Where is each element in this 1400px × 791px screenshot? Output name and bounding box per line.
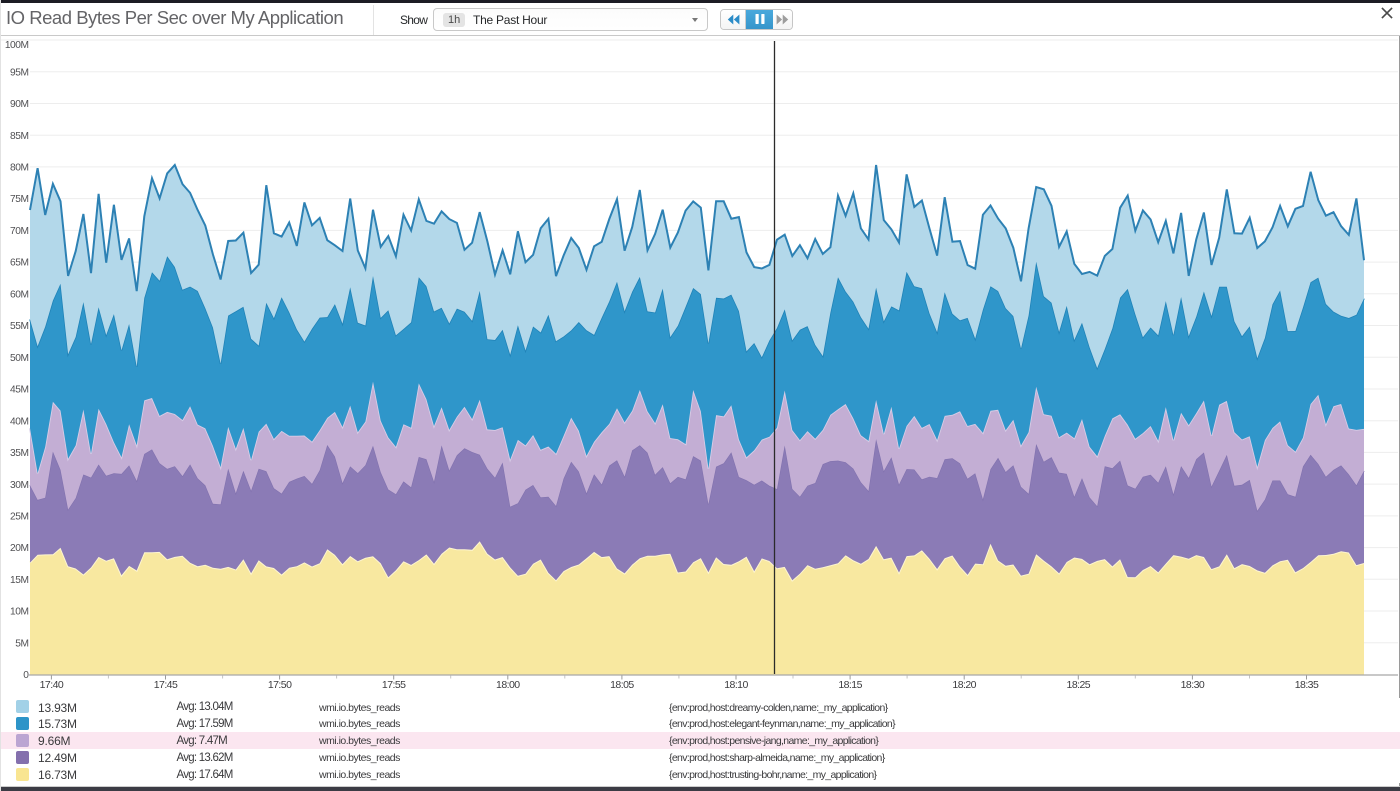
svg-text:75M: 75M (10, 194, 28, 205)
svg-text:55M: 55M (10, 321, 28, 332)
svg-text:15M: 15M (10, 575, 28, 586)
svg-text:18:15: 18:15 (838, 679, 862, 691)
svg-text:95M: 95M (10, 67, 28, 78)
svg-text:17:45: 17:45 (154, 679, 178, 691)
svg-text:50M: 50M (10, 353, 28, 364)
svg-text:18:00: 18:00 (496, 679, 520, 691)
svg-text:18:05: 18:05 (610, 679, 634, 691)
svg-text:80M: 80M (10, 163, 28, 174)
svg-text:30M: 30M (10, 480, 28, 491)
svg-text:25M: 25M (10, 512, 28, 523)
svg-text:5M: 5M (15, 638, 28, 649)
svg-text:65M: 65M (10, 258, 28, 269)
svg-text:18:35: 18:35 (1295, 679, 1319, 691)
svg-text:17:55: 17:55 (382, 679, 406, 691)
svg-text:45M: 45M (10, 385, 28, 396)
svg-text:60M: 60M (10, 289, 28, 300)
svg-text:18:25: 18:25 (1067, 679, 1091, 691)
svg-text:90M: 90M (10, 99, 28, 110)
svg-text:18:10: 18:10 (724, 679, 748, 691)
svg-text:35M: 35M (10, 448, 28, 459)
svg-text:18:30: 18:30 (1181, 679, 1205, 691)
svg-text:40M: 40M (10, 416, 28, 427)
svg-text:10M: 10M (10, 607, 28, 618)
svg-text:18:20: 18:20 (952, 679, 976, 691)
svg-text:100M: 100M (5, 40, 29, 51)
svg-text:17:40: 17:40 (40, 679, 64, 691)
svg-text:85M: 85M (10, 131, 28, 142)
svg-text:17:50: 17:50 (268, 679, 292, 691)
svg-text:0: 0 (23, 670, 29, 681)
svg-text:70M: 70M (10, 226, 28, 237)
svg-text:20M: 20M (10, 543, 28, 554)
